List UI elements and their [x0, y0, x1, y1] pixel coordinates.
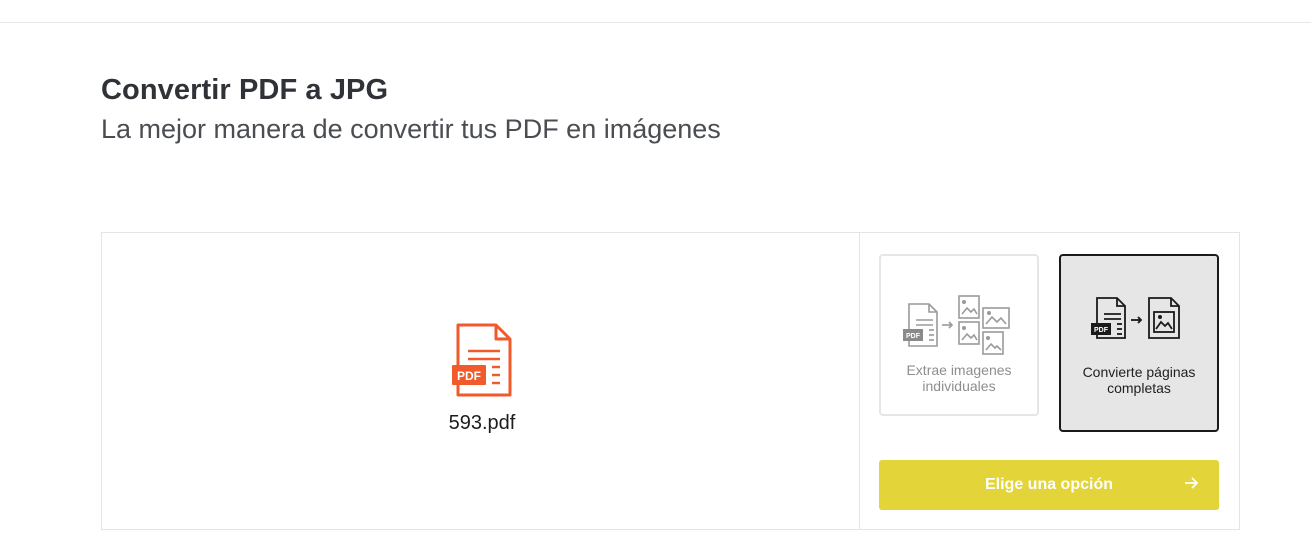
option-convert-pages[interactable]: PDF Convierte páginas completas — [1059, 254, 1219, 432]
option-label: Convierte páginas completas — [1082, 364, 1196, 396]
file-preview-area: PDF 593.pdf — [102, 233, 860, 529]
convert-pages-icon: PDF — [1091, 297, 1180, 339]
option-label: Extrae imagenes individuales — [906, 362, 1012, 394]
pdf-file-icon: PDF — [452, 323, 512, 397]
pdf-badge-small: PDF — [906, 333, 921, 340]
arrow-right-icon — [1185, 477, 1199, 489]
top-divider — [0, 22, 1311, 23]
choose-option-button[interactable]: Elige una opción — [879, 460, 1219, 510]
page-subtitle: La mejor manera de convertir tus PDF en … — [101, 114, 721, 144]
pdf-badge: PDF — [457, 369, 481, 383]
file-name: 593.pdf — [448, 412, 516, 434]
pdf-badge-small: PDF — [1094, 327, 1109, 334]
option-extract-images[interactable]: PDF Extrae imagenes individuales — [879, 254, 1039, 416]
page-title: Convertir PDF a JPG — [101, 74, 389, 106]
extract-images-icon: PDF — [903, 295, 1010, 355]
converter-panel: PDF 593.pdf PDF Extrae imagenes individu… — [101, 232, 1240, 530]
choose-option-label: Elige una opción — [984, 476, 1113, 493]
